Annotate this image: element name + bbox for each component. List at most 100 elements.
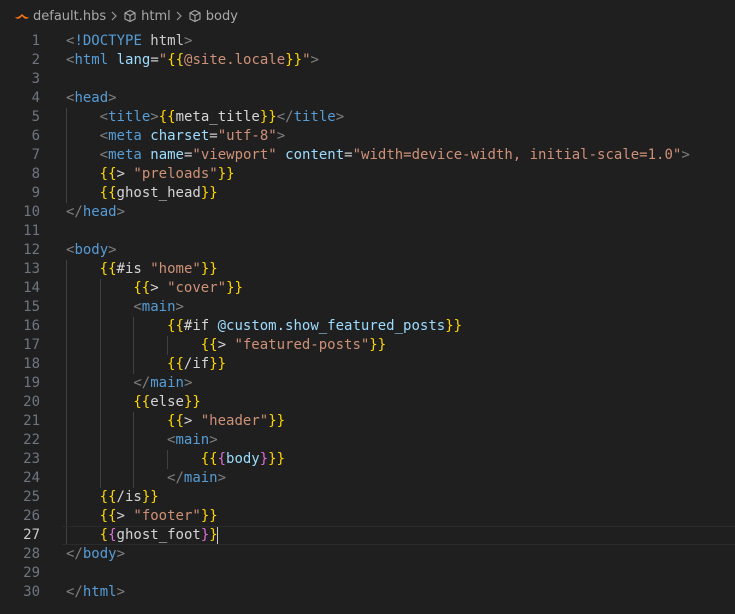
code-line[interactable]: 16 {{#if @custom.show_featured_posts}} xyxy=(0,317,735,336)
code-line[interactable]: 15 <main> xyxy=(0,298,735,317)
code-line[interactable]: 23 {{{body}}} xyxy=(0,450,735,469)
code-line[interactable]: 6 <meta charset="utf-8"> xyxy=(0,127,735,146)
code-line[interactable]: 24 </main> xyxy=(0,469,735,488)
code-token: }} xyxy=(226,280,243,296)
code-token: {{ xyxy=(99,489,117,505)
line-number: 23 xyxy=(23,451,40,467)
code-token: else xyxy=(150,394,184,410)
line-number: 10 xyxy=(23,204,40,220)
line-number: 26 xyxy=(23,508,40,524)
code-line[interactable]: 30 </html> xyxy=(0,583,735,602)
line-number: 30 xyxy=(23,584,40,600)
code-line[interactable]: 2 <html lang="{{@site.locale}}"> xyxy=(0,51,735,70)
code-token: {{ xyxy=(99,185,117,201)
code-token: }} xyxy=(268,413,286,429)
line-number: 2 xyxy=(31,52,40,68)
code-token: }} xyxy=(445,318,463,334)
code-line[interactable]: 20 {{else}} xyxy=(0,393,735,412)
indent-guide xyxy=(167,336,169,355)
code-token: main xyxy=(141,299,176,315)
indent-guide xyxy=(66,317,67,336)
code-token: }} xyxy=(285,52,303,68)
code-token: {{ xyxy=(200,451,218,467)
code-token: }} xyxy=(259,109,277,125)
code-editor[interactable]: 1 <!DOCTYPE html> 2 <html lang="{{@site.loc… xyxy=(0,32,735,602)
code-line[interactable]: 1 <!DOCTYPE html> xyxy=(0,32,735,51)
code-line[interactable]: 8 {{> "preloads"}} xyxy=(0,165,735,184)
code-token: }} xyxy=(141,489,159,505)
code-line[interactable]: 14 {{> "cover"}} xyxy=(0,279,735,298)
code-token: title xyxy=(108,109,151,125)
indent-guide xyxy=(99,469,101,488)
code-line[interactable]: 29 xyxy=(0,564,735,583)
code-text: <meta charset="utf-8"> xyxy=(100,127,286,146)
indent-guide xyxy=(66,184,67,203)
code-line[interactable]: 11 xyxy=(0,222,735,241)
code-line[interactable]: 9 {{ghost_head}} xyxy=(0,184,735,203)
symbol-cube-icon xyxy=(122,8,138,24)
code-token: meta xyxy=(108,128,142,144)
code-line[interactable]: 4 <head> xyxy=(0,89,735,108)
code-line[interactable]: 21 {{> "header"}} xyxy=(0,412,735,431)
code-text: {{ghost_head}} xyxy=(100,184,218,203)
code-token: > xyxy=(209,432,218,448)
code-line[interactable]: 12 <body> xyxy=(0,241,735,260)
code-text: </body> xyxy=(66,545,125,564)
code-token: > xyxy=(310,52,319,68)
code-line[interactable]: 10 </head> xyxy=(0,203,735,222)
code-line[interactable]: 26 {{> "footer"}} xyxy=(0,507,735,526)
code-token: "viewport" xyxy=(192,147,277,163)
indent-guide xyxy=(99,374,101,393)
code-line[interactable]: 5 <title>{{meta_title}}</title> xyxy=(0,108,735,127)
line-number: 14 xyxy=(23,280,40,296)
code-line[interactable]: 27 {{ghost_foot}} xyxy=(0,526,735,545)
code-token: </ xyxy=(66,204,83,220)
indent-guide xyxy=(66,165,67,184)
code-token: }} xyxy=(200,261,218,277)
indent-guide xyxy=(66,260,67,279)
indent-guide xyxy=(99,279,101,298)
line-number: 3 xyxy=(31,71,40,87)
code-token: content xyxy=(285,147,345,163)
code-line[interactable]: 28 </body> xyxy=(0,545,735,564)
code-token: ghost_head xyxy=(116,185,201,201)
code-token: head xyxy=(82,204,117,220)
code-line[interactable]: 22 <main> xyxy=(0,431,735,450)
code-line[interactable]: 18 {{/if}} xyxy=(0,355,735,374)
code-line[interactable]: 3 xyxy=(0,70,735,89)
code-token: </ xyxy=(133,375,151,391)
indent-guide xyxy=(66,526,67,545)
code-token: = xyxy=(344,147,353,163)
indent-guide xyxy=(66,469,67,488)
breadcrumb-file-label: default.hbs xyxy=(33,8,107,24)
code-line[interactable]: 17 {{> "featured-posts"}} xyxy=(0,336,735,355)
indent-guide xyxy=(167,450,169,469)
code-token: {{ xyxy=(200,337,218,353)
line-number: 21 xyxy=(23,413,40,429)
breadcrumb-file[interactable]: default.hbs xyxy=(14,8,106,24)
code-text: {{#if @custom.show_featured_posts}} xyxy=(167,317,462,336)
code-token: body xyxy=(82,546,117,562)
code-token: </ xyxy=(66,584,83,600)
code-text: {{else}} xyxy=(133,393,200,412)
line-number: 17 xyxy=(23,337,40,353)
indent-guide xyxy=(66,507,67,526)
code-token: > xyxy=(116,546,126,562)
code-token: html xyxy=(74,52,109,68)
code-line[interactable]: 19 </main> xyxy=(0,374,735,393)
indent-guide xyxy=(133,412,135,431)
code-line[interactable]: 7 <meta name="viewport" content="width=de… xyxy=(0,146,735,165)
code-token: "footer" xyxy=(133,508,201,524)
breadcrumb-item-body[interactable]: body xyxy=(187,8,238,24)
code-text: {{> "cover"}} xyxy=(133,279,243,298)
line-number: 5 xyxy=(31,109,40,125)
code-line[interactable]: 13 {{#is "home"}} xyxy=(0,260,735,279)
code-token: </ xyxy=(276,109,294,125)
code-line[interactable]: 25 {{/is}} xyxy=(0,488,735,507)
indent-guide xyxy=(133,336,135,355)
code-token: = xyxy=(150,52,159,68)
code-text: {{> "featured-posts"}} xyxy=(201,336,386,355)
code-token: > xyxy=(116,204,126,220)
code-text: {{{body}}} xyxy=(201,450,285,469)
breadcrumb-item-html[interactable]: html xyxy=(122,8,171,24)
